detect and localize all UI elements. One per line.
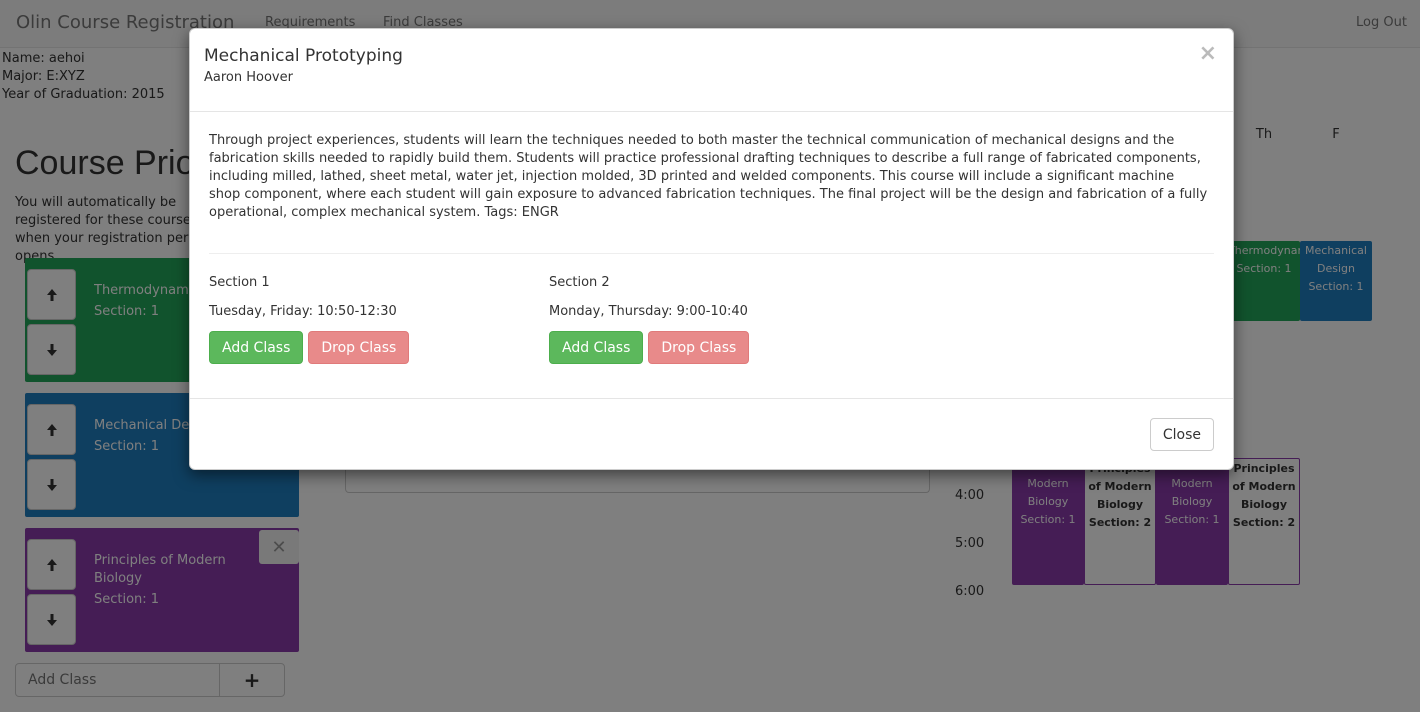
drop-class-button[interactable]: Drop Class	[648, 331, 750, 364]
course-detail-modal: Mechanical Prototyping Aaron Hoover × Th…	[189, 28, 1234, 470]
modal-header: Mechanical Prototyping Aaron Hoover ×	[190, 29, 1233, 112]
close-icon[interactable]: ×	[1199, 41, 1217, 66]
divider	[209, 253, 1214, 254]
modal-body: Through project experiences, students wi…	[190, 113, 1233, 398]
section-time: Monday, Thursday: 9:00-10:40	[549, 304, 748, 319]
close-button[interactable]: Close	[1149, 418, 1214, 451]
add-class-button[interactable]: Add Class	[549, 331, 644, 364]
section-time: Tuesday, Friday: 10:50-12:30	[209, 304, 397, 319]
section-name: Section 1	[209, 275, 270, 290]
course-description: Through project experiences, students wi…	[209, 133, 1208, 220]
modal-footer: Close	[190, 398, 1233, 470]
section-1: Section 1 Tuesday, Friday: 10:50-12:30 A…	[209, 275, 529, 364]
section-2: Section 2 Monday, Thursday: 9:00-10:40 A…	[549, 275, 869, 364]
modal-title: Mechanical Prototyping	[204, 46, 403, 66]
add-class-button[interactable]: Add Class	[209, 331, 304, 364]
modal-instructor: Aaron Hoover	[204, 70, 293, 85]
section-name: Section 2	[549, 275, 610, 290]
drop-class-button[interactable]: Drop Class	[308, 331, 410, 364]
